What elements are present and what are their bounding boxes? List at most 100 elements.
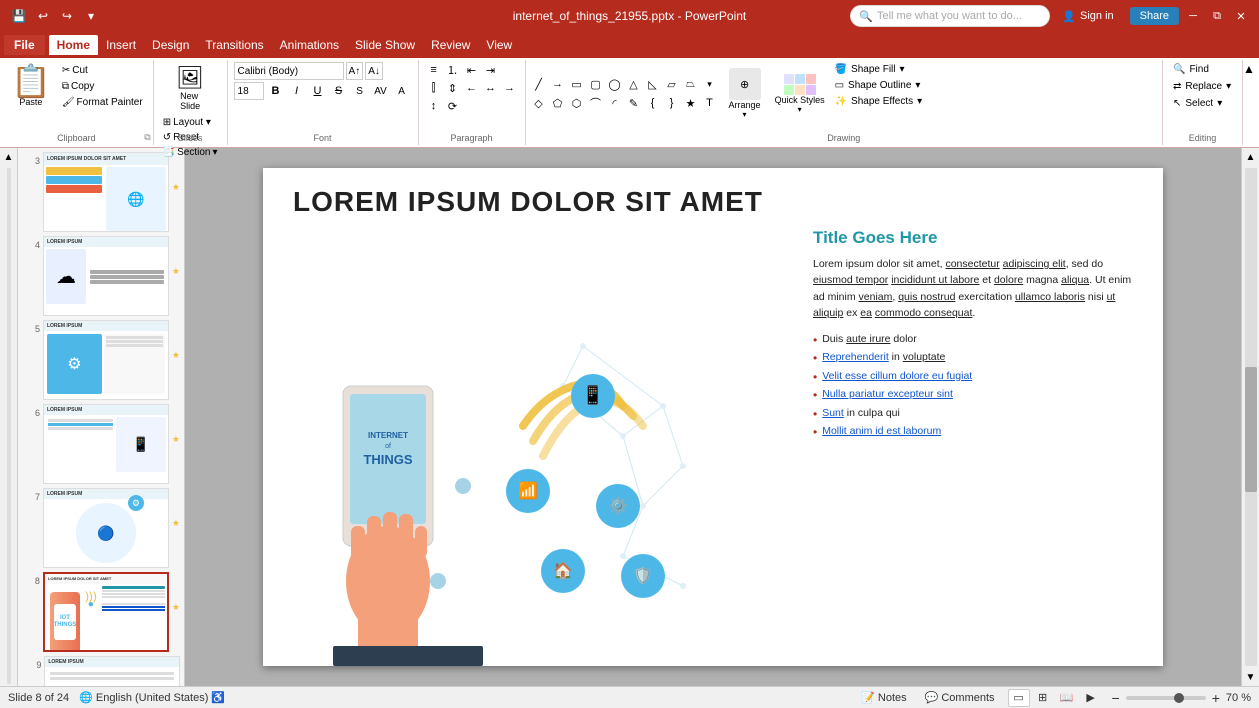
align-center-button[interactable]: ↔ bbox=[482, 80, 500, 96]
text-direction-button[interactable]: ⇕ bbox=[444, 80, 462, 96]
increase-font-button[interactable]: A↑ bbox=[346, 62, 364, 80]
quick-styles-button[interactable]: Quick Styles ▾ bbox=[771, 72, 829, 116]
tab-transitions[interactable]: Transitions bbox=[197, 35, 271, 55]
shapes-more-button[interactable]: ▾ bbox=[701, 75, 719, 93]
vertical-scrollbar-track[interactable] bbox=[1245, 168, 1257, 666]
bullet-link-2[interactable]: Reprehenderit bbox=[822, 351, 889, 363]
slide-panel[interactable]: 3 LOREM IPSUM DOLOR SIT AMET 🌐 ★ bbox=[18, 148, 185, 686]
decrease-indent-button[interactable]: ⇤ bbox=[463, 62, 481, 78]
tell-me-search[interactable]: 🔍 Tell me what you want to do... bbox=[850, 5, 1050, 27]
save-button[interactable]: 💾 bbox=[8, 5, 30, 27]
zoom-out-button[interactable]: − bbox=[1110, 690, 1122, 706]
new-slide-button[interactable]: 🖼 NewSlide bbox=[160, 62, 221, 114]
increase-indent-button[interactable]: ⇥ bbox=[482, 62, 500, 78]
font-size-input[interactable] bbox=[234, 82, 264, 100]
shape-hexagon[interactable]: ⬡ bbox=[568, 94, 586, 112]
file-menu[interactable]: File bbox=[4, 35, 45, 55]
tab-slideshow[interactable]: Slide Show bbox=[347, 35, 423, 55]
shadow-button[interactable]: S bbox=[350, 82, 370, 100]
share-button[interactable]: Share bbox=[1130, 7, 1179, 25]
fontcolor-button[interactable]: A bbox=[392, 82, 412, 100]
shape-bracket[interactable]: { bbox=[644, 94, 662, 112]
tab-view[interactable]: View bbox=[478, 35, 520, 55]
customize-qat-button[interactable]: ▾ bbox=[80, 5, 102, 27]
underline-button[interactable]: U bbox=[308, 82, 328, 100]
paste-button[interactable]: 📋 Paste bbox=[6, 62, 56, 110]
shape-triangle[interactable]: △ bbox=[625, 75, 643, 93]
select-button[interactable]: ↖ Select ▾ bbox=[1169, 96, 1236, 111]
language-indicator[interactable]: 🌐 English (United States) ♿ bbox=[79, 691, 225, 704]
scroll-down-right-button[interactable]: ▼ bbox=[1242, 668, 1259, 686]
charspacing-button[interactable]: AV bbox=[371, 82, 391, 100]
bullet-link-5[interactable]: Sunt bbox=[822, 407, 844, 419]
align-right-button[interactable]: → bbox=[501, 80, 519, 96]
bullet-link-4[interactable]: Nulla pariatur excepteur sint bbox=[822, 388, 953, 400]
slide-thumbnail-3[interactable]: LOREM IPSUM DOLOR SIT AMET 🌐 bbox=[43, 152, 169, 232]
normal-view-button[interactable]: ▭ bbox=[1008, 689, 1030, 707]
shape-pentagon[interactable]: ⬠ bbox=[549, 94, 567, 112]
slide-thumbnail-9[interactable]: LOREM IPSUM bbox=[44, 656, 180, 686]
shape-trap[interactable]: ⏢ bbox=[682, 75, 700, 93]
layout-button[interactable]: ⊞Layout ▾ bbox=[160, 116, 221, 129]
bullet-link-3[interactable]: Velit esse cillum dolore eu fugiat bbox=[822, 370, 972, 382]
shape-brace[interactable]: } bbox=[663, 94, 681, 112]
shape-diamond[interactable]: ◇ bbox=[530, 94, 548, 112]
shape-line[interactable]: ╱ bbox=[530, 75, 548, 93]
bullet-list-button[interactable]: ≡ bbox=[425, 62, 443, 78]
decrease-font-button[interactable]: A↓ bbox=[365, 62, 383, 80]
tab-review[interactable]: Review bbox=[423, 35, 478, 55]
shape-curve[interactable]: ⌒ bbox=[587, 94, 605, 112]
shape-textbox[interactable]: T bbox=[701, 94, 719, 112]
copy-button[interactable]: ⧉Copy bbox=[58, 79, 147, 94]
tab-design[interactable]: Design bbox=[144, 35, 197, 55]
section-button[interactable]: 📑Section▾ bbox=[160, 146, 221, 159]
shape-star[interactable]: ★ bbox=[682, 94, 700, 112]
scroll-up-right-button[interactable]: ▲ bbox=[1242, 148, 1259, 166]
redo-button[interactable]: ↪ bbox=[56, 5, 78, 27]
font-name-input[interactable] bbox=[234, 62, 344, 80]
slideshow-view-button[interactable]: ▶ bbox=[1080, 689, 1102, 707]
minimize-button[interactable]: ─ bbox=[1183, 6, 1203, 26]
smartart-convert-button[interactable]: ⟳ bbox=[444, 98, 462, 114]
shape-arrow[interactable]: → bbox=[549, 75, 567, 93]
zoom-in-button[interactable]: + bbox=[1210, 690, 1222, 706]
format-painter-button[interactable]: 🖌Format Painter bbox=[58, 95, 147, 110]
restore-button[interactable]: ⧉ bbox=[1207, 6, 1227, 26]
signin-button[interactable]: 👤 Sign in bbox=[1054, 7, 1121, 26]
zoom-slider[interactable] bbox=[1126, 696, 1206, 700]
reading-view-button[interactable]: 📖 bbox=[1056, 689, 1078, 707]
shape-effects-button[interactable]: ✨ Shape Effects ▾ bbox=[831, 94, 931, 109]
slide-thumbnail-7[interactable]: LOREM IPSUM 🔵 ⚙ bbox=[43, 488, 169, 568]
shape-fill-button[interactable]: 🪣 Shape Fill ▾ bbox=[831, 62, 931, 77]
bold-button[interactable]: B bbox=[266, 82, 286, 100]
notes-button[interactable]: 📝 Notes bbox=[856, 689, 911, 706]
line-spacing-button[interactable]: ↕ bbox=[425, 98, 443, 114]
find-button[interactable]: 🔍 Find bbox=[1169, 62, 1236, 77]
tab-home[interactable]: Home bbox=[49, 35, 98, 55]
arrange-button[interactable]: ⊕ Arrange ▾ bbox=[725, 66, 765, 121]
close-button[interactable]: ✕ bbox=[1231, 6, 1251, 26]
comments-button[interactable]: 💬 Comments bbox=[920, 689, 1000, 706]
slide-thumbnail-8[interactable]: LOREM IPSUM DOLOR SIT AMET IOTTHINGS )))… bbox=[43, 572, 169, 652]
slide-thumbnail-4[interactable]: LOREM IPSUM ☁ bbox=[43, 236, 169, 316]
shape-parallelogram[interactable]: ▱ bbox=[663, 75, 681, 93]
shape-arc[interactable]: ◜ bbox=[606, 94, 624, 112]
strikethrough-button[interactable]: S bbox=[329, 82, 349, 100]
shape-freeform[interactable]: ✎ bbox=[625, 94, 643, 112]
replace-button[interactable]: ⇄ Replace ▾ bbox=[1169, 79, 1236, 94]
clipboard-expand-icon[interactable]: ⧉ bbox=[144, 132, 150, 143]
tab-insert[interactable]: Insert bbox=[98, 35, 144, 55]
italic-button[interactable]: I bbox=[287, 82, 307, 100]
align-left-button[interactable]: ← bbox=[463, 80, 481, 96]
numbered-list-button[interactable]: ⒈ bbox=[444, 62, 462, 78]
collapse-ribbon-button[interactable]: ▲ bbox=[1243, 60, 1259, 145]
shape-outline-button[interactable]: ▭ Shape Outline ▾ bbox=[831, 78, 931, 93]
slide-thumbnail-6[interactable]: LOREM IPSUM 📱 bbox=[43, 404, 169, 484]
undo-button[interactable]: ↩ bbox=[32, 5, 54, 27]
shape-rtriangle[interactable]: ◺ bbox=[644, 75, 662, 93]
slide-thumbnail-5[interactable]: LOREM IPSUM ⚙ bbox=[43, 320, 169, 400]
shape-roundrect[interactable]: ▢ bbox=[587, 75, 605, 93]
scroll-up-button[interactable]: ▲ bbox=[0, 148, 18, 166]
slide-sorter-button[interactable]: ⊞ bbox=[1032, 689, 1054, 707]
cut-button[interactable]: ✂Cut bbox=[58, 63, 147, 78]
